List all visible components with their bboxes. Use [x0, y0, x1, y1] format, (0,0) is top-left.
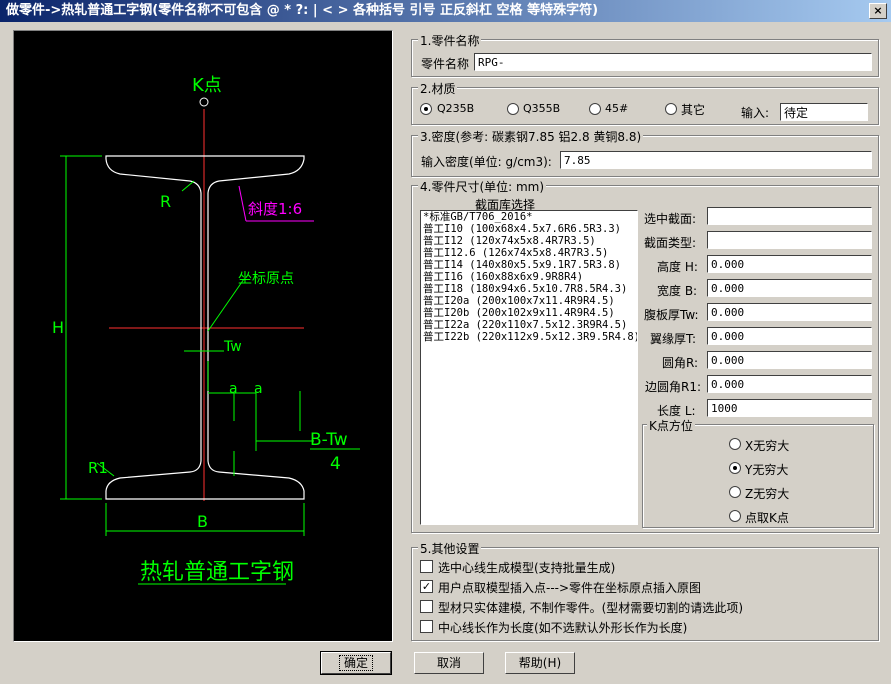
close-button[interactable]: × — [869, 3, 887, 19]
selected-section-input[interactable] — [707, 207, 872, 225]
list-item[interactable]: 普工I22b (220x112x9.5x12.3R9.5R4.8) — [421, 331, 637, 343]
fillet-radius-input[interactable]: 0.000 — [707, 351, 872, 369]
material-option-45: 45# — [605, 102, 629, 115]
list-item[interactable]: *标准GB/T706_2016* — [421, 211, 637, 223]
k-option-y: Y无穷大 — [745, 463, 789, 477]
k-radio-pick[interactable] — [729, 510, 741, 522]
material-radio-q355b[interactable] — [507, 103, 519, 115]
k-radio-x[interactable] — [729, 438, 741, 450]
k-point-label: K点 — [192, 75, 222, 96]
check-label-centerline-length: 中心线长作为长度(如不选默认外形长作为长度) — [438, 621, 688, 635]
web-thickness-label: 腹板厚Tw: — [644, 308, 699, 322]
material-radio-q235b[interactable] — [420, 103, 432, 115]
k-radio-z[interactable] — [729, 486, 741, 498]
list-item[interactable]: 普工I10 (100x68x4.5x7.6R6.5R3.3) — [421, 223, 637, 235]
list-item[interactable]: 普工I18 (180x94x6.5x10.7R8.5R4.3) — [421, 283, 637, 295]
material-option-q235b: Q235B — [437, 102, 475, 115]
size-group-label: 4.零件尺寸(单位: mm) — [418, 178, 547, 195]
window-title: 做零件->热轧普通工字钢(零件名称不可包含 @ * ?: | < > 各种括号 … — [6, 3, 599, 18]
title-bar: 做零件->热轧普通工字钢(零件名称不可包含 @ * ?: | < > 各种括号 … — [0, 0, 891, 22]
tw-label: Tw — [223, 339, 242, 355]
b-tw-denominator: 4 — [330, 454, 341, 474]
length-input[interactable]: 1000 — [707, 399, 872, 417]
list-item[interactable]: 普工I14 (140x80x5.5x9.1R7.5R3.8) — [421, 259, 637, 271]
width-input[interactable]: 0.000 — [707, 279, 872, 297]
part-name-label: 零件名称 — [421, 57, 470, 71]
flange-thickness-label: 翼缘厚T: — [650, 332, 697, 346]
edge-radius-input[interactable]: 0.000 — [707, 375, 872, 393]
check-label-centerline-model: 选中心线生成模型(支持批量生成) — [438, 561, 616, 575]
a-label-2: a — [254, 381, 263, 397]
list-item[interactable]: 普工I20b (200x102x9x11.4R9R4.5) — [421, 307, 637, 319]
k-point-group-label: K点方位 — [647, 417, 695, 434]
other-settings-group-label: 5.其他设置 — [418, 540, 482, 557]
width-label: 宽度 B: — [657, 284, 698, 298]
slope-label: 斜度1:6 — [248, 200, 302, 218]
help-button[interactable]: 帮助(H) — [505, 652, 575, 674]
part-name-group-label: 1.零件名称 — [418, 32, 482, 49]
cancel-button[interactable]: 取消 — [414, 652, 484, 674]
k-option-z: Z无穷大 — [745, 487, 790, 501]
density-input[interactable]: 7.85 — [560, 151, 872, 169]
density-group-label: 3.密度(参考: 碳素钢7.85 铝2.8 黄铜8.8) — [418, 128, 644, 145]
origin-label: 坐标原点 — [238, 271, 294, 287]
material-input[interactable]: 待定 — [780, 103, 868, 121]
i-beam-diagram: K点 斜度1:6 坐标原点 R R1 Tw a a H B B-Tw 4 热轧普… — [52, 75, 360, 585]
a-label-1: a — [229, 381, 238, 397]
section-type-input[interactable] — [707, 231, 872, 249]
list-item[interactable]: 普工I22a (220x110x7.5x12.3R9R4.5) — [421, 319, 637, 331]
k-radio-y[interactable] — [729, 462, 741, 474]
height-input[interactable]: 0.000 — [707, 255, 872, 273]
h-label: H — [52, 318, 64, 337]
list-item[interactable]: 普工I16 (160x88x6x9.9R8R4) — [421, 271, 637, 283]
diagram-caption: 热轧普通工字钢 — [140, 560, 294, 585]
material-group-label: 2.材质 — [418, 80, 458, 97]
ok-button[interactable]: 确定 — [320, 651, 392, 675]
check-label-insert-point: 用户点取模型插入点--->零件在坐标原点插入原图 — [438, 581, 702, 595]
part-name-input[interactable]: RPG- — [474, 53, 872, 71]
list-item[interactable]: 普工I12 (120x74x5x8.4R7R3.5) — [421, 235, 637, 247]
k-option-pick: 点取K点 — [745, 511, 789, 525]
edge-radius-label: 边圆角R1: — [645, 380, 702, 394]
selected-section-label: 选中截面: — [644, 212, 697, 226]
checkbox-solid-only[interactable] — [420, 600, 433, 613]
list-item[interactable]: 普工I12.6 (126x74x5x8.4R7R3.5) — [421, 247, 637, 259]
check-label-solid-only: 型材只实体建模, 不制作零件。(型材需要切割的请选此项) — [438, 601, 743, 615]
height-label: 高度 H: — [657, 260, 698, 274]
b-label: B — [197, 512, 208, 531]
checkbox-centerline-model[interactable] — [420, 560, 433, 573]
checkbox-insert-point[interactable]: ✓ — [420, 580, 433, 593]
checkbox-centerline-length[interactable] — [420, 620, 433, 633]
material-radio-other[interactable] — [665, 103, 677, 115]
material-input-label: 输入: — [741, 106, 770, 120]
k-option-x: X无穷大 — [745, 439, 790, 453]
r-label: R — [160, 192, 171, 211]
material-radio-45[interactable] — [589, 103, 601, 115]
ok-button-label: 确定 — [338, 655, 373, 671]
section-drawing: K点 斜度1:6 坐标原点 R R1 Tw a a H B B-Tw 4 热轧普… — [13, 30, 393, 642]
b-tw-numerator: B-Tw — [310, 430, 348, 450]
section-library-list[interactable]: *标准GB/T706_2016* 普工I10 (100x68x4.5x7.6R6… — [420, 210, 638, 525]
web-thickness-input[interactable]: 0.000 — [707, 303, 872, 321]
material-option-other: 其它 — [681, 103, 706, 117]
flange-thickness-input[interactable]: 0.000 — [707, 327, 872, 345]
material-option-q355b: Q355B — [523, 102, 561, 115]
list-item[interactable]: 普工I20a (200x100x7x11.4R9R4.5) — [421, 295, 637, 307]
density-label: 输入密度(单位: g/cm3): — [421, 155, 552, 169]
fillet-radius-label: 圆角R: — [662, 356, 699, 370]
section-type-label: 截面类型: — [644, 236, 697, 250]
r1-label: R1 — [88, 459, 108, 477]
